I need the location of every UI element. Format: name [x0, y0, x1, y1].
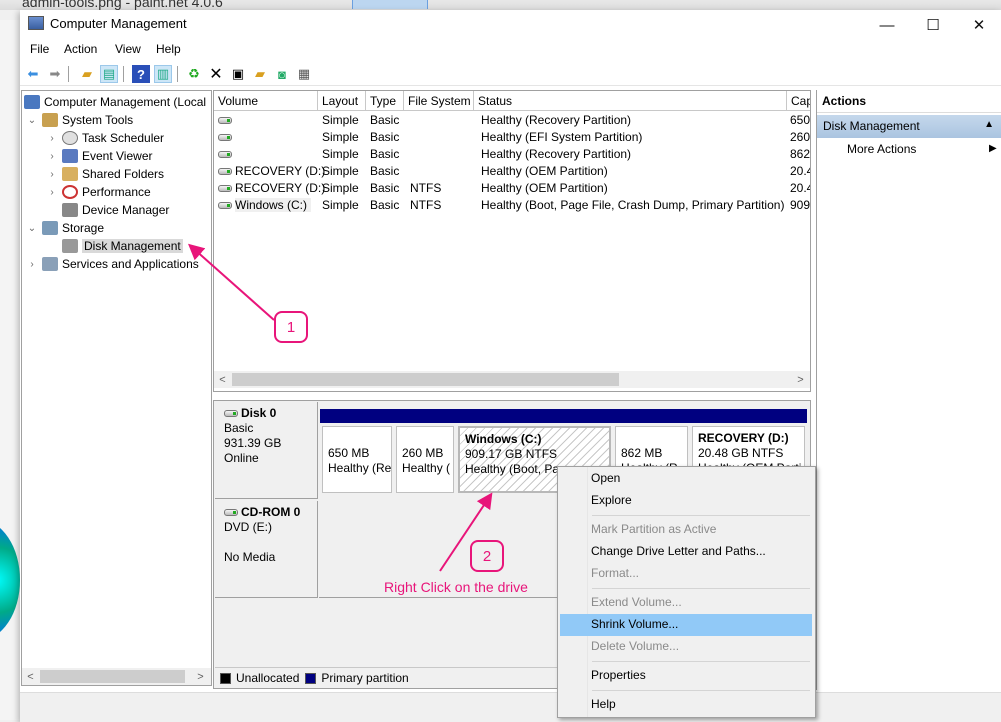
- annotation-text: Right Click on the drive: [384, 579, 528, 595]
- annotation-callout-2: 2: [470, 540, 504, 572]
- annotation-arrows: [188, 243, 493, 572]
- annotation-arrow-1: [188, 243, 275, 321]
- annotation-callout-1: 1: [274, 311, 308, 343]
